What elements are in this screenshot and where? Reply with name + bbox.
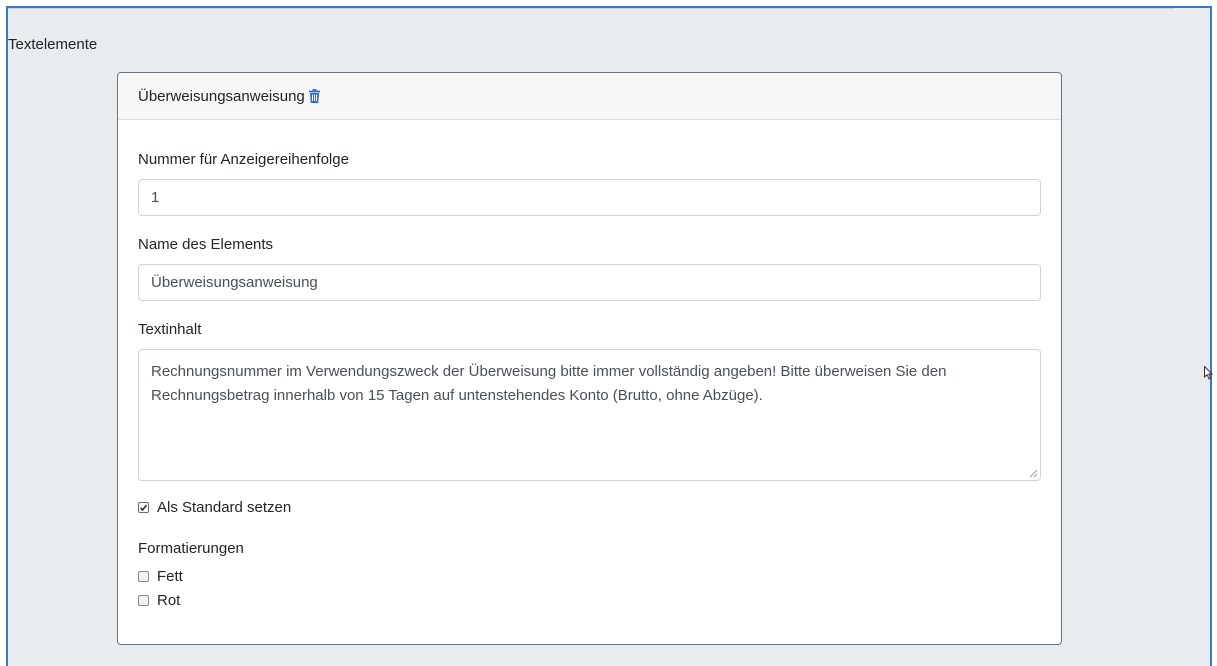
name-input[interactable]: Überweisungsanweisung (138, 264, 1041, 301)
default-checkbox[interactable] (138, 502, 149, 513)
card-header: Überweisungsanweisung (118, 73, 1061, 120)
red-checkbox-label: Rot (157, 592, 181, 609)
trash-icon[interactable] (308, 89, 320, 103)
card-title: Überweisungsanweisung (138, 87, 305, 105)
name-label: Name des Elements (138, 236, 274, 253)
order-input[interactable]: 1 (138, 179, 1041, 216)
bold-checkbox-row[interactable]: Fett (138, 568, 183, 585)
red-checkbox[interactable] (138, 595, 149, 606)
mouse-pointer-icon (1204, 366, 1213, 380)
resize-grip-icon[interactable] (1029, 469, 1038, 478)
text-element-card: Überweisungsanweisung Nummer für Anzeige… (117, 72, 1062, 645)
checkmark-icon (139, 504, 148, 512)
section-title: Textelemente (8, 36, 98, 53)
default-checkbox-label: Als Standard setzen (157, 499, 292, 516)
default-checkbox-row[interactable]: Als Standard setzen (138, 499, 291, 516)
content-text: Rechnungsnummer im Verwendungszweck der … (151, 363, 947, 404)
divider (8, 8, 1174, 9)
formatting-label: Formatierungen (138, 540, 244, 557)
bold-checkbox-label: Fett (157, 568, 183, 585)
order-label: Nummer für Anzeigereihenfolge (138, 151, 349, 168)
content-textarea[interactable]: Rechnungsnummer im Verwendungszweck der … (138, 349, 1041, 481)
content-label: Textinhalt (138, 321, 202, 338)
red-checkbox-row[interactable]: Rot (138, 592, 180, 609)
bold-checkbox[interactable] (138, 571, 149, 582)
